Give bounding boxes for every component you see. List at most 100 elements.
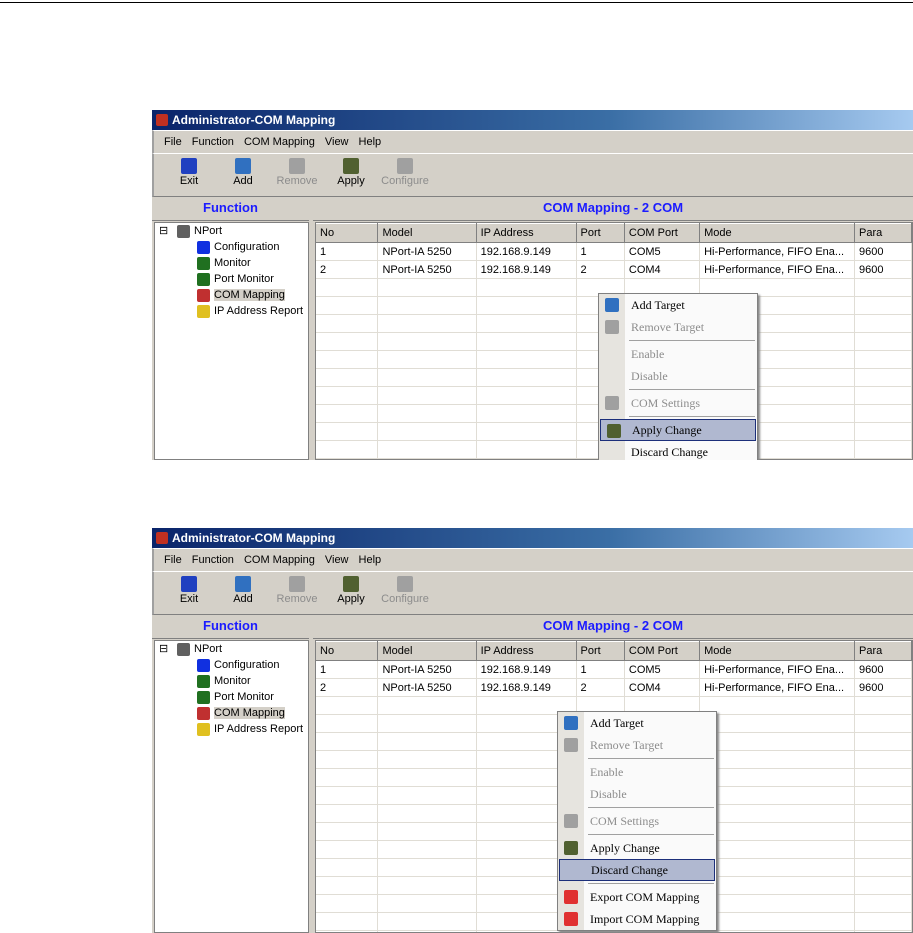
app-icon <box>156 532 168 544</box>
column-header-model[interactable]: Model <box>377 223 477 243</box>
table-row[interactable]: 2 NPort-IA 5250 192.168.9.149 2 COM4 Hi-Perfo… <box>316 678 912 697</box>
remove-button[interactable]: Remove <box>270 154 324 192</box>
table-cell: 192.168.9.149 <box>476 660 577 679</box>
table-cell <box>699 732 855 751</box>
apply-button[interactable]: Apply <box>324 572 378 610</box>
column-header-para[interactable]: Para <box>854 641 912 661</box>
menu-view[interactable]: View <box>323 554 351 566</box>
table-row[interactable]: 1 NPort-IA 5250 192.168.9.149 1 COM5 Hi-Perfo… <box>316 660 912 679</box>
table-cell <box>476 404 577 423</box>
context-item-discard-change[interactable]: Discard Change <box>559 859 715 881</box>
add-target-icon <box>564 716 578 730</box>
menu-help[interactable]: Help <box>357 554 384 566</box>
column-header-no[interactable]: No <box>316 223 379 243</box>
context-item-discard-change[interactable]: Discard Change <box>599 441 757 460</box>
tree-item-nport[interactable]: ⊟ NPort <box>155 641 308 657</box>
menu-help[interactable]: Help <box>357 136 384 148</box>
menu-file[interactable]: File <box>162 554 184 566</box>
collapse-icon[interactable]: ⊟ <box>159 641 168 657</box>
menu-com-mapping[interactable]: COM Mapping <box>242 554 317 566</box>
monitor-icon <box>197 674 210 688</box>
column-header-model[interactable]: Model <box>377 641 477 661</box>
column-header-mode[interactable]: Mode <box>699 641 855 661</box>
table-cell <box>316 386 379 405</box>
menu-file[interactable]: File <box>162 136 184 148</box>
table-cell: 1 <box>316 242 379 261</box>
apply-button[interactable]: Apply <box>324 154 378 192</box>
column-header-mode[interactable]: Mode <box>699 223 855 243</box>
tree-item-monitor[interactable]: Monitor <box>155 673 308 689</box>
table-cell <box>699 714 855 733</box>
add-label: Add <box>233 593 253 605</box>
column-header-port[interactable]: Port <box>576 223 625 243</box>
tree-item-configuration[interactable]: Configuration <box>155 239 308 255</box>
table-row[interactable]: 1 NPort-IA 5250 192.168.9.149 1 COM5 Hi-Perfo… <box>316 242 912 261</box>
context-item-remove-target[interactable]: Remove Target <box>558 734 716 756</box>
context-item-apply-change[interactable]: Apply Change <box>558 837 716 859</box>
context-item-apply-change[interactable]: Apply Change <box>600 419 756 441</box>
exit-button[interactable]: Exit <box>162 154 216 192</box>
tree-item-label: NPort <box>194 225 223 237</box>
context-item-enable[interactable]: Enable <box>558 761 716 783</box>
tree-item-monitor[interactable]: Monitor <box>155 255 308 271</box>
exit-button[interactable]: Exit <box>162 572 216 610</box>
column-header-ip-address[interactable]: IP Address <box>476 641 577 661</box>
tree-item-nport[interactable]: ⊟ NPort <box>155 223 308 239</box>
add-button[interactable]: Add <box>216 154 270 192</box>
table-cell <box>316 404 379 423</box>
column-header-port[interactable]: Port <box>576 641 625 661</box>
context-item-export-com-mapping[interactable]: Export COM Mapping <box>558 886 716 908</box>
tree-item-port-monitor[interactable]: Port Monitor <box>155 271 308 287</box>
exit-label: Exit <box>179 175 199 187</box>
table-cell <box>476 278 577 297</box>
context-item-com-settings[interactable]: COM Settings <box>558 810 716 832</box>
column-header-ip-address[interactable]: IP Address <box>476 223 577 243</box>
tree-item-ip-address-report[interactable]: IP Address Report <box>155 303 308 319</box>
context-item-add-target[interactable]: Add Target <box>558 712 716 734</box>
context-item-disable[interactable]: Disable <box>558 783 716 805</box>
table-cell <box>854 804 912 823</box>
table-cell <box>377 804 477 823</box>
table-cell <box>316 368 379 387</box>
context-item-label: Disable <box>631 369 668 383</box>
column-header-com-port[interactable]: COM Port <box>624 223 701 243</box>
menu-separator <box>588 807 714 808</box>
table-cell <box>854 750 912 769</box>
table-row[interactable]: 2 NPort-IA 5250 192.168.9.149 2 COM4 Hi-Perfo… <box>316 260 912 279</box>
column-header-para[interactable]: Para <box>854 223 912 243</box>
menu-com-mapping[interactable]: COM Mapping <box>242 136 317 148</box>
column-header-com-port[interactable]: COM Port <box>624 641 701 661</box>
context-item-disable[interactable]: Disable <box>599 365 757 387</box>
window-title: Administrator-COM Mapping <box>172 531 336 545</box>
tree-item-port-monitor[interactable]: Port Monitor <box>155 689 308 705</box>
context-item-add-target[interactable]: Add Target <box>599 294 757 316</box>
add-button[interactable]: Add <box>216 572 270 610</box>
tree-item-label: Monitor <box>214 675 251 687</box>
menu-function[interactable]: Function <box>190 554 236 566</box>
menu-view[interactable]: View <box>323 136 351 148</box>
table-cell: COM5 <box>624 660 701 679</box>
collapse-icon[interactable]: ⊟ <box>159 223 168 239</box>
table-cell <box>377 858 477 877</box>
table-cell <box>476 296 577 315</box>
column-header-no[interactable]: No <box>316 641 379 661</box>
tree-item-ip-address-report[interactable]: IP Address Report <box>155 721 308 737</box>
tree-item-com-mapping[interactable]: COM Mapping <box>155 287 308 303</box>
table-cell <box>476 458 577 459</box>
save-icon <box>343 158 359 174</box>
table-cell <box>377 386 477 405</box>
context-item-remove-target[interactable]: Remove Target <box>599 316 757 338</box>
context-item-com-settings[interactable]: COM Settings <box>599 392 757 414</box>
tree-item-com-mapping[interactable]: COM Mapping <box>155 705 308 721</box>
remove-icon <box>289 158 305 174</box>
context-item-label: Disable <box>590 787 627 801</box>
context-item-enable[interactable]: Enable <box>599 343 757 365</box>
remove-button[interactable]: Remove <box>270 572 324 610</box>
context-item-import-com-mapping[interactable]: Import COM Mapping <box>558 908 716 930</box>
configure-button[interactable]: Configure <box>378 572 432 610</box>
configure-button[interactable]: Configure <box>378 154 432 192</box>
table-cell: 9600 <box>854 678 912 697</box>
table-cell: 9600 <box>854 660 912 679</box>
menu-function[interactable]: Function <box>190 136 236 148</box>
tree-item-configuration[interactable]: Configuration <box>155 657 308 673</box>
